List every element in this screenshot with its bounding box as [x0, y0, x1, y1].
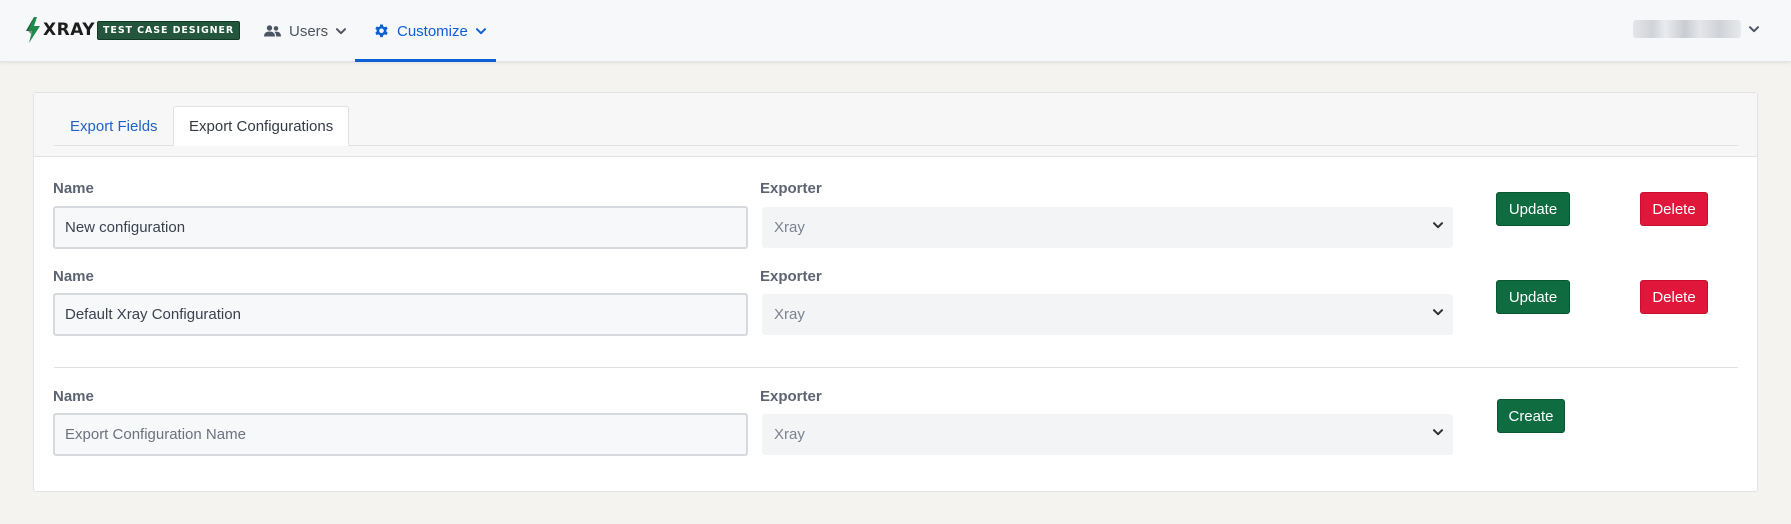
top-navigation-bar: XRAY TEST CASE DESIGNER Users Customize [0, 0, 1791, 62]
new-config-name-input[interactable] [53, 413, 748, 456]
new-exporter-select[interactable]: Xray [762, 414, 1453, 455]
users-icon [264, 25, 281, 37]
chevron-down-icon [336, 27, 347, 34]
logo-badge: TEST CASE DESIGNER [97, 20, 241, 40]
exporter-select[interactable]: Xray [762, 207, 1453, 248]
chevron-down-icon [1433, 222, 1443, 229]
avatar [1633, 20, 1741, 38]
chevron-down-icon [1749, 25, 1759, 32]
nav-customize-label: Customize [397, 22, 468, 40]
nav-customize[interactable]: Customize [355, 0, 496, 62]
user-menu[interactable] [1633, 20, 1759, 38]
nav-users[interactable]: Users [264, 0, 347, 62]
app-logo[interactable]: XRAY TEST CASE DESIGNER [24, 17, 241, 43]
name-label: Name [53, 180, 94, 197]
config-name-input[interactable] [53, 206, 748, 249]
tab-export-fields[interactable]: Export Fields [70, 106, 158, 146]
tab-export-configurations[interactable]: Export Configurations [173, 106, 350, 146]
nav-users-label: Users [289, 22, 329, 40]
update-button[interactable]: Update [1496, 280, 1570, 314]
exporter-label: Exporter [760, 388, 822, 405]
config-name-input[interactable] [53, 293, 748, 336]
delete-button[interactable]: Delete [1640, 192, 1708, 226]
create-button[interactable]: Create [1497, 399, 1565, 433]
section-divider [54, 367, 1738, 368]
tab-header: Export Fields Export Configurations [34, 93, 1757, 157]
export-configurations-panel: Export Fields Export Configurations Name… [33, 92, 1758, 492]
exporter-select-value: Xray [774, 306, 805, 323]
update-button[interactable]: Update [1496, 192, 1570, 226]
exporter-select-value: Xray [774, 219, 805, 236]
delete-button[interactable]: Delete [1640, 280, 1708, 314]
logo-wordmark: XRAY [43, 20, 96, 40]
name-label: Name [53, 388, 94, 405]
exporter-label: Exporter [760, 180, 822, 197]
exporter-select-value: Xray [774, 426, 805, 443]
name-label: Name [53, 268, 94, 285]
lightning-bolt-icon [26, 17, 40, 43]
exporter-select[interactable]: Xray [762, 294, 1453, 335]
exporter-label: Exporter [760, 268, 822, 285]
gear-icon [375, 23, 388, 37]
chevron-down-icon [1433, 429, 1443, 436]
chevron-down-icon [475, 27, 486, 34]
chevron-down-icon [1433, 309, 1443, 316]
